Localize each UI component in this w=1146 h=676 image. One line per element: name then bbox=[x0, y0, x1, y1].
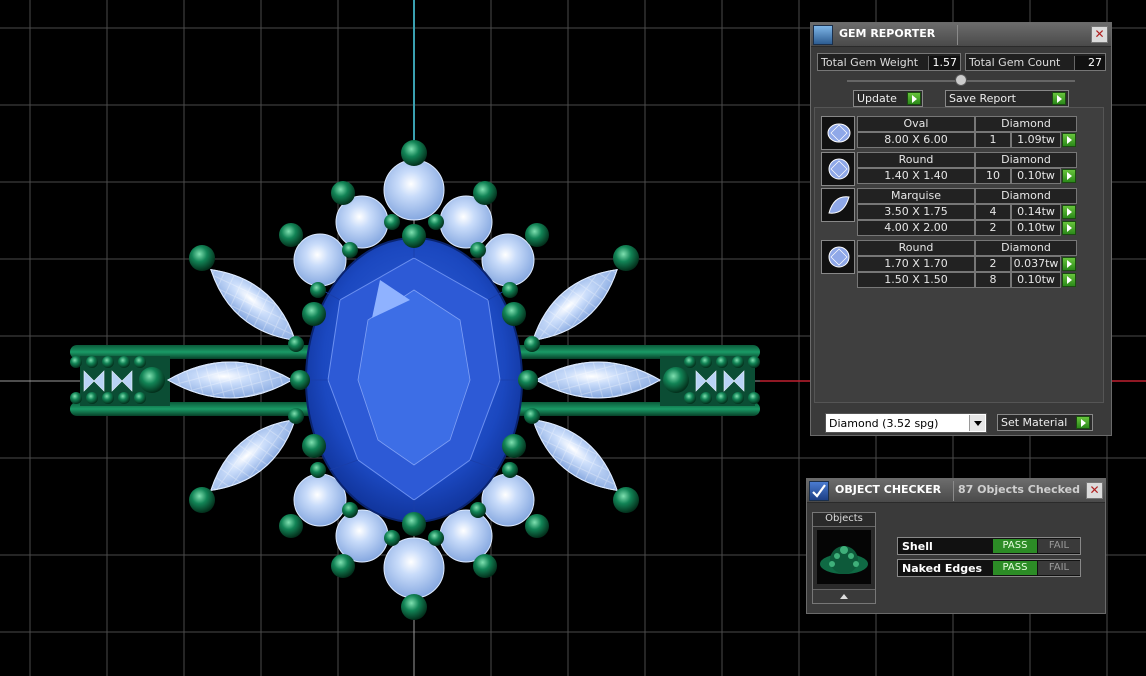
gem-size: 4.00 X 2.00 bbox=[857, 220, 975, 236]
total-gem-weight-value: 1.57 bbox=[928, 56, 960, 70]
gem-select-arrow[interactable] bbox=[1062, 273, 1076, 287]
pass-status: PASS bbox=[993, 561, 1037, 575]
gem-select-arrow[interactable] bbox=[1062, 221, 1076, 235]
collapse-handle[interactable] bbox=[955, 74, 967, 86]
gem-group-round: Round Diamond 1.40 X 1.40 10 0.10tw bbox=[821, 152, 1079, 186]
round-gem-icon[interactable] bbox=[821, 152, 855, 186]
fail-status: FAIL bbox=[1038, 539, 1080, 553]
gem-qty: 8 bbox=[975, 272, 1011, 288]
round-gem-icon[interactable] bbox=[821, 240, 855, 274]
gem-select-arrow[interactable] bbox=[1062, 257, 1076, 271]
gem-shape: Round bbox=[857, 152, 975, 168]
objects-checked-status: 87 Objects Checked bbox=[958, 483, 1080, 496]
gem-reporter-titlebar[interactable]: GEM REPORTER ✕ bbox=[811, 23, 1111, 47]
gem-qty: 10 bbox=[975, 168, 1011, 184]
gem-weight: 0.037tw bbox=[1011, 256, 1061, 272]
total-gem-count-value: 27 bbox=[1074, 56, 1105, 70]
shell-check-row: Shell PASS FAIL bbox=[897, 537, 1081, 555]
pass-status: PASS bbox=[993, 539, 1037, 553]
set-material-button[interactable]: Set Material bbox=[997, 414, 1093, 431]
total-gem-weight-label: Total Gem Weight bbox=[821, 56, 919, 69]
material-select[interactable]: Diamond (3.52 spg) bbox=[825, 413, 987, 433]
gem-size: 8.00 X 6.00 bbox=[857, 132, 975, 148]
marquise-gem-icon[interactable] bbox=[821, 188, 855, 222]
object-checker-panel: OBJECT CHECKER 87 Objects Checked ✕ Obje… bbox=[806, 478, 1106, 614]
gem-reporter-title: GEM REPORTER bbox=[839, 27, 936, 40]
check-label: Shell bbox=[902, 540, 933, 553]
total-gem-count-label: Total Gem Count bbox=[969, 56, 1061, 69]
ring-thumbnail-icon[interactable] bbox=[817, 530, 871, 584]
objects-box: Objects bbox=[812, 512, 876, 604]
gem-shape: Marquise bbox=[857, 188, 975, 204]
up-arrow-icon[interactable] bbox=[813, 589, 875, 603]
save-report-label: Save Report bbox=[949, 92, 1016, 105]
oval-gem-icon[interactable] bbox=[821, 116, 855, 150]
material-select-value: Diamond (3.52 spg) bbox=[829, 417, 939, 430]
fail-status: FAIL bbox=[1038, 561, 1080, 575]
set-material-arrow-icon bbox=[1076, 416, 1090, 429]
total-gem-weight: Total Gem Weight 1.57 bbox=[817, 53, 961, 71]
gem-weight: 0.14tw bbox=[1011, 204, 1061, 220]
gem-select-arrow[interactable] bbox=[1062, 169, 1076, 183]
gem-qty: 1 bbox=[975, 132, 1011, 148]
gem-size: 1.40 X 1.40 bbox=[857, 168, 975, 184]
gem-qty: 4 bbox=[975, 204, 1011, 220]
objects-label: Objects bbox=[813, 513, 875, 527]
gem-qty: 2 bbox=[975, 256, 1011, 272]
gem-select-arrow[interactable] bbox=[1062, 205, 1076, 219]
gem-material: Diamond bbox=[975, 116, 1077, 132]
save-report-button[interactable]: Save Report bbox=[945, 90, 1069, 107]
gem-material: Diamond bbox=[975, 152, 1077, 168]
gem-weight: 0.10tw bbox=[1011, 220, 1061, 236]
checkmark-icon bbox=[809, 481, 829, 501]
gem-shape: Round bbox=[857, 240, 975, 256]
update-arrow-icon bbox=[907, 92, 921, 105]
gem-material: Diamond bbox=[975, 240, 1077, 256]
gem-select-arrow[interactable] bbox=[1062, 133, 1076, 147]
update-button[interactable]: Update bbox=[853, 90, 923, 107]
gem-shape: Oval bbox=[857, 116, 975, 132]
gem-size: 3.50 X 1.75 bbox=[857, 204, 975, 220]
save-report-arrow-icon bbox=[1052, 92, 1066, 105]
title-separator bbox=[957, 25, 958, 45]
gem-group-oval: Oval Diamond 8.00 X 6.00 1 1.09tw bbox=[821, 116, 1079, 150]
gem-size: 1.70 X 1.70 bbox=[857, 256, 975, 272]
object-checker-titlebar[interactable]: OBJECT CHECKER 87 Objects Checked ✕ bbox=[807, 479, 1105, 503]
close-icon[interactable]: ✕ bbox=[1091, 26, 1108, 43]
update-button-label: Update bbox=[857, 92, 897, 105]
gem-reporter-icon bbox=[813, 25, 833, 45]
gem-weight: 0.10tw bbox=[1011, 168, 1061, 184]
center-oval-stone bbox=[305, 237, 523, 523]
gem-list: Oval Diamond 8.00 X 6.00 1 1.09tw Round … bbox=[814, 107, 1104, 403]
close-icon[interactable]: ✕ bbox=[1086, 482, 1103, 499]
total-gem-count: Total Gem Count 27 bbox=[965, 53, 1106, 71]
gem-reporter-panel: GEM REPORTER ✕ Total Gem Weight 1.57 Tot… bbox=[810, 22, 1112, 436]
gem-size: 1.50 X 1.50 bbox=[857, 272, 975, 288]
gem-weight: 1.09tw bbox=[1011, 132, 1061, 148]
gem-group-marquise: Marquise Diamond 3.50 X 1.75 4 0.14tw 4.… bbox=[821, 188, 1079, 238]
gem-group-round-2: Round Diamond 1.70 X 1.70 2 0.037tw 1.50… bbox=[821, 240, 1079, 290]
naked-edges-check-row: Naked Edges PASS FAIL bbox=[897, 559, 1081, 577]
title-separator bbox=[953, 481, 954, 501]
gem-qty: 2 bbox=[975, 220, 1011, 236]
object-checker-title: OBJECT CHECKER bbox=[835, 483, 942, 496]
set-material-label: Set Material bbox=[1001, 416, 1068, 429]
check-label: Naked Edges bbox=[902, 562, 983, 575]
chevron-down-icon[interactable] bbox=[969, 415, 985, 431]
gem-material: Diamond bbox=[975, 188, 1077, 204]
gem-weight: 0.10tw bbox=[1011, 272, 1061, 288]
